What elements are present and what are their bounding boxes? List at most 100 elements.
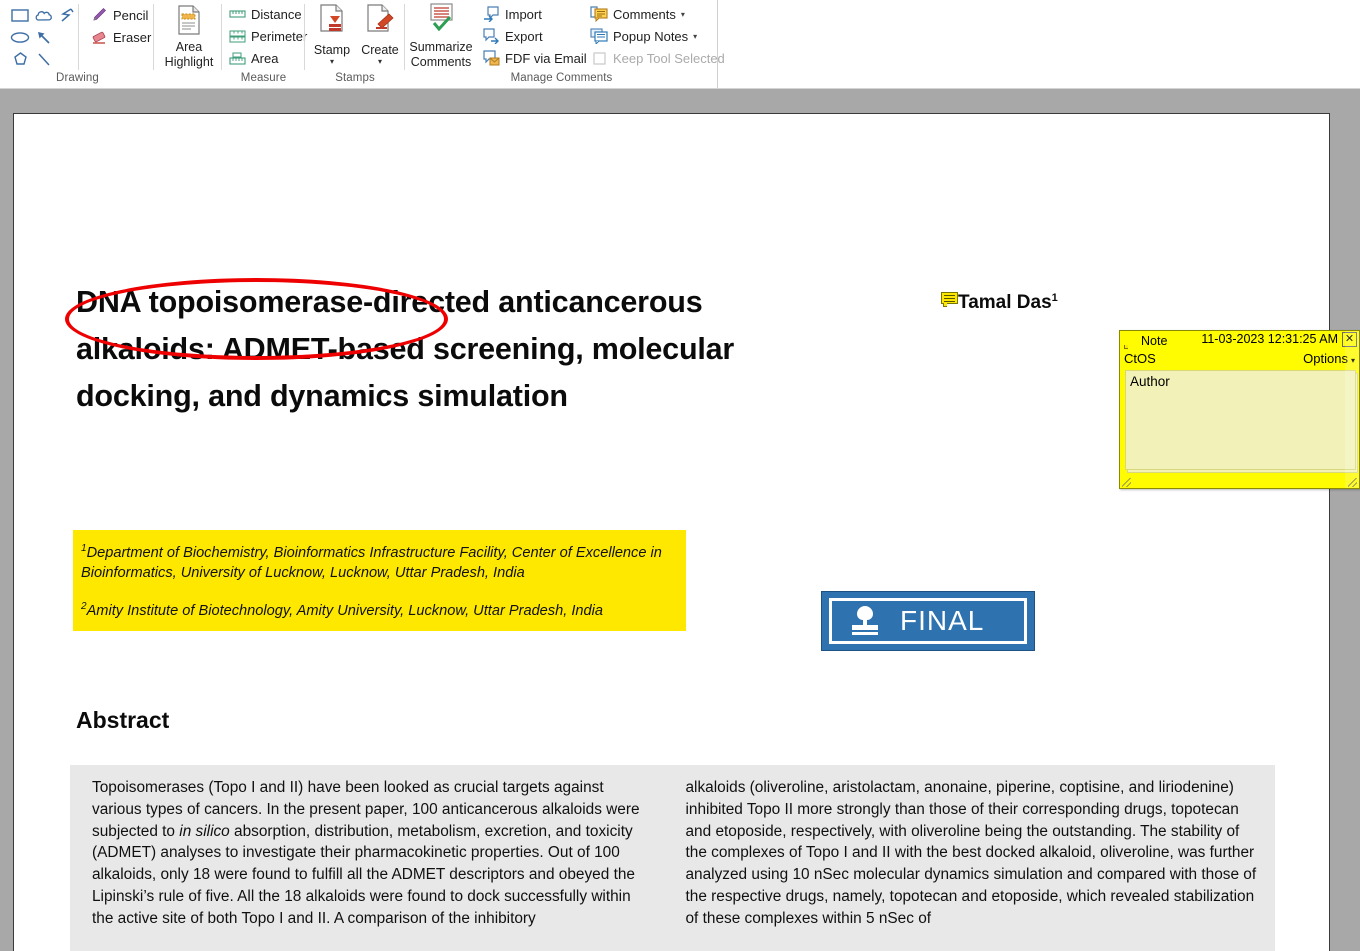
polygon-shape-tool[interactable] [8, 48, 32, 70]
import-comments-button[interactable]: Import [480, 3, 546, 25]
area-highlight-icon [176, 5, 202, 40]
create-stamp-icon [365, 4, 395, 43]
popup-notes-caret-icon[interactable]: ▾ [693, 32, 697, 41]
resize-handle-left-icon[interactable] [1122, 478, 1131, 487]
pencil-tool[interactable]: Pencil [88, 4, 152, 26]
area-ruler-icon [226, 48, 248, 68]
checkbox-icon[interactable] [588, 48, 610, 68]
affiliations-highlight-annotation[interactable]: 1Department of Biochemistry, Bioinformat… [73, 530, 686, 632]
stamp-icon [317, 4, 347, 43]
export-comments-button[interactable]: Export [480, 25, 547, 47]
stamp-glyph-icon [850, 604, 880, 638]
fdf-email-icon [480, 48, 502, 68]
drawing-group-label: Drawing [56, 72, 99, 84]
sticky-note-popup[interactable]: Note 11-03-2023 12:31:25 AM ✕ CtOS Optio… [1119, 330, 1360, 489]
stamp-caret-icon[interactable]: ▾ [330, 58, 334, 66]
abstract-heading: Abstract [76, 707, 170, 733]
sticky-note-subbar: CtOS Options ▾ [1120, 349, 1359, 367]
area-measure-tool[interactable]: Area [226, 47, 282, 69]
summarize-comments-icon [424, 3, 458, 40]
author-name: Tamal Das [958, 292, 1052, 313]
ribbon-group-drawing: Pencil Eraser Drawing [0, 0, 155, 88]
ribbon-groups-container: Pencil Eraser Drawing Area Highlight Dis… [0, 0, 725, 88]
area-highlight-label-line1: Area [175, 40, 203, 54]
fdf-label: FDF via Email [505, 50, 587, 66]
affiliation-2-text: Amity Institute of Biotechnology, Amity … [86, 602, 603, 619]
area-highlight-label-line2: Highlight [164, 55, 214, 69]
abstract-left-emphasis: in silico [179, 822, 230, 840]
manage-comments-group-label: Manage Comments [510, 72, 613, 84]
popup-notes-icon [588, 26, 610, 46]
create-stamp-button[interactable]: Create ▾ [356, 4, 404, 66]
pdf-viewer-workspace[interactable]: DNA topoisomerase-directed anticancerous… [0, 89, 1360, 951]
popup-notes-dropdown[interactable]: Popup Notes ▾ [588, 25, 701, 47]
measure-group-label: Measure [240, 72, 287, 84]
sticky-note-titlebar[interactable]: Note 11-03-2023 12:31:25 AM ✕ [1120, 331, 1359, 473]
title-line-3: docking, and dynamics simulation [76, 379, 568, 413]
author-affiliation-marker: 1 [1051, 292, 1058, 304]
distance-tool[interactable]: Distance [226, 3, 306, 25]
distance-label: Distance [251, 6, 302, 22]
arrow-shape-tool[interactable] [32, 26, 56, 48]
sticky-note-scroll-strip[interactable] [1345, 331, 1359, 488]
stamps-group-label: Stamps [335, 72, 375, 84]
sticky-note-timestamp: 11-03-2023 12:31:25 AM [1201, 332, 1338, 346]
comments-caret-icon[interactable]: ▾ [681, 10, 685, 19]
ribbon-group-manage-comments: Summarize Comments Import Export FDF via… [405, 0, 725, 88]
title-line-2: alkaloids: ADMET-based screening, molecu… [76, 332, 735, 366]
comments-icon [588, 4, 610, 24]
title-line-1: DNA topoisomerase-directed anticancerous [76, 285, 703, 319]
stamp-label: Stamp [313, 43, 351, 57]
sticky-note-textarea[interactable]: Author [1125, 370, 1356, 470]
comments-label: Comments [613, 6, 676, 22]
create-caret-icon[interactable]: ▾ [378, 58, 382, 66]
stamp-button[interactable]: Stamp ▾ [309, 4, 355, 66]
popup-notes-label: Popup Notes [613, 28, 689, 44]
perimeter-ruler-icon [226, 26, 248, 46]
export-icon [480, 26, 502, 46]
export-label: Export [505, 28, 543, 44]
abstract-body: Topoisomerases (Topo I and II) have been… [70, 765, 1275, 951]
affiliation-2: 2Amity Institute of Biotechnology, Amity… [81, 597, 678, 621]
abstract-column-right: alkaloids (oliveroline, aristolactam, an… [685, 779, 1257, 927]
abstract-column-left: Topoisomerases (Topo I and II) have been… [70, 765, 673, 951]
fdf-via-email-button[interactable]: FDF via Email [480, 47, 591, 69]
final-stamp-text: FINAL [900, 605, 985, 636]
perimeter-label: Perimeter [251, 28, 308, 44]
author-note-icon[interactable] [941, 292, 958, 307]
sticky-note-author: CtOS [1124, 350, 1156, 366]
area-highlight-button[interactable]: Area Highlight [160, 5, 218, 70]
comments-dropdown[interactable]: Comments ▾ [588, 3, 689, 25]
ribbon-group-stamps: Stamp ▾ Create ▾ Stamps [305, 0, 405, 88]
final-stamp-annotation[interactable]: FINAL [821, 591, 1035, 651]
resize-handle-right-icon[interactable] [1348, 478, 1357, 487]
summarize-comments-button[interactable]: Summarize Comments [409, 3, 473, 70]
author-byline: Tamal Das 1 [941, 292, 1058, 314]
page-title: DNA topoisomerase-directed anticancerous… [76, 279, 916, 420]
eraser-label: Eraser [113, 29, 152, 45]
cloud-shape-tool[interactable] [32, 4, 56, 26]
options-label: Options [1303, 350, 1348, 366]
summarize-label-line2: Comments [410, 55, 472, 69]
pdf-page[interactable]: DNA topoisomerase-directed anticancerous… [13, 113, 1330, 951]
affiliation-1: 1Department of Biochemistry, Bioinformat… [81, 539, 678, 584]
pencil-label: Pencil [113, 7, 149, 23]
ribbon-group-measure: Distance Perimeter Area Measure [222, 0, 307, 88]
annotation-ribbon-toolbar: Pencil Eraser Drawing Area Highlight Dis… [0, 0, 1360, 89]
sticky-note-title-icon [1122, 334, 1358, 473]
ellipse-shape-tool[interactable] [8, 26, 32, 48]
eraser-tool[interactable]: Eraser [88, 26, 155, 48]
import-icon [480, 4, 502, 24]
polyline-shape-tool[interactable] [56, 4, 80, 26]
rectangle-shape-tool[interactable] [8, 4, 32, 26]
area-measure-label: Area [251, 50, 279, 66]
summarize-label-line1: Summarize [409, 40, 473, 54]
line-shape-tool[interactable] [32, 48, 56, 70]
distance-ruler-icon [226, 4, 248, 24]
import-label: Import [505, 6, 542, 22]
sticky-note-title: Note [1141, 333, 1168, 348]
pencil-icon [88, 5, 110, 25]
perimeter-tool[interactable]: Perimeter [226, 25, 311, 47]
keep-tool-selected-checkbox[interactable]: Keep Tool Selected [588, 47, 729, 69]
eraser-icon [88, 27, 110, 47]
